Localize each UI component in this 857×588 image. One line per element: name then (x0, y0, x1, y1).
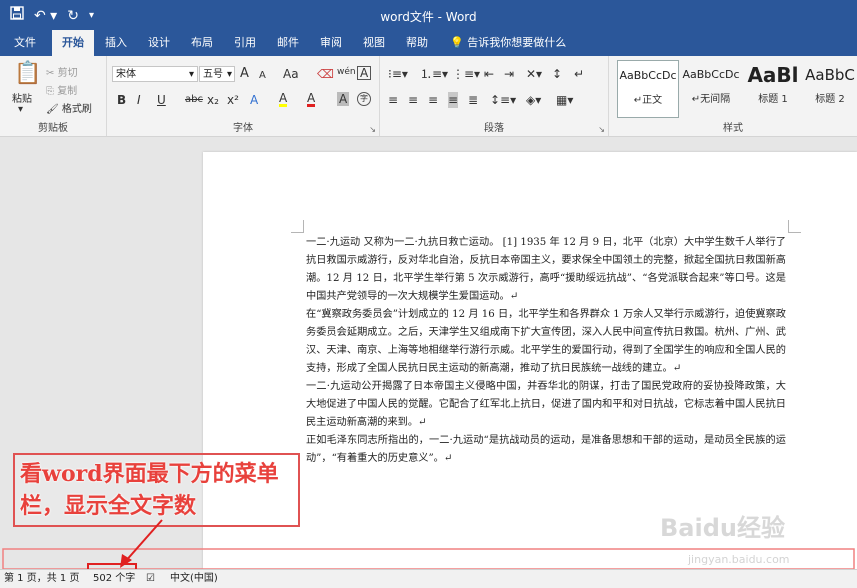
status-bar: 第 1 页，共 1 页 502 个字 ☑ 中文(中国) (0, 569, 857, 588)
watermark-url: jingyan.baidu.com (688, 553, 790, 566)
word-count[interactable]: 502 个字 (93, 570, 135, 588)
annotation-overlay (2, 519, 855, 587)
language-indicator[interactable]: 中文(中国) (170, 570, 218, 588)
proofing-icon[interactable]: ☑ (146, 570, 155, 588)
annotation-arrow (123, 519, 163, 564)
watermark-logo: Baidu经验 (660, 514, 785, 542)
page-count[interactable]: 第 1 页，共 1 页 (4, 570, 79, 588)
